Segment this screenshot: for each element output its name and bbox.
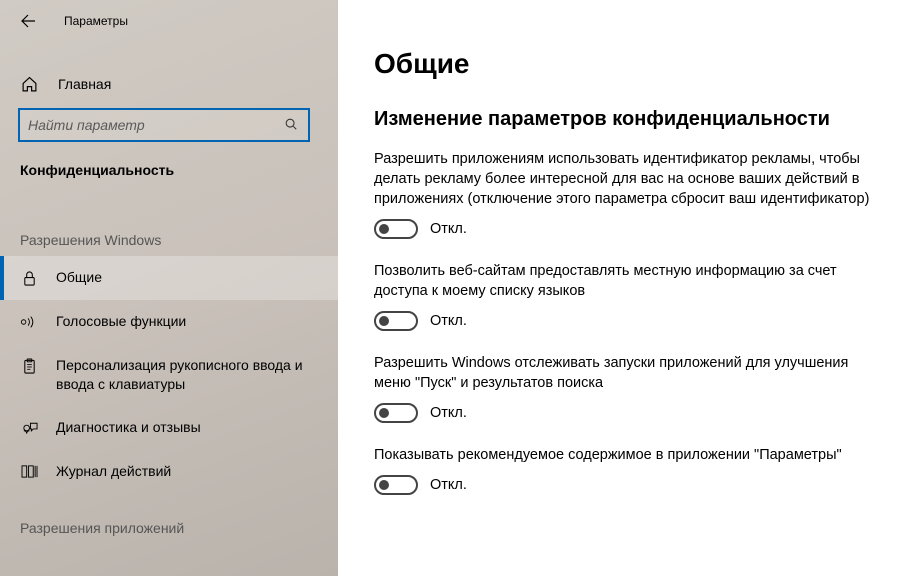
sidebar-item-diagnostics[interactable]: Диагностика и отзывы xyxy=(0,406,338,450)
toggle-state-label: Откл. xyxy=(430,221,467,237)
sidebar-item-inking[interactable]: Персонализация рукописного ввода и ввода… xyxy=(0,344,338,406)
sidebar-item-label: Общие xyxy=(56,268,328,287)
toggle-state-label: Откл. xyxy=(430,405,467,421)
setting-app-launch-tracking: Разрешить Windows отслеживать запуски пр… xyxy=(374,353,886,423)
back-arrow-icon xyxy=(20,13,36,29)
search-wrap xyxy=(18,108,310,142)
clipboard-icon xyxy=(20,357,38,375)
setting-language-list: Позволить веб-сайтам предоставлять местн… xyxy=(374,261,886,331)
search-input[interactable] xyxy=(28,117,284,133)
toggle-row: Откл. xyxy=(374,219,886,239)
topbar: Параметры xyxy=(0,0,338,42)
nav-home-label: Главная xyxy=(58,76,111,92)
toggle-knob xyxy=(379,480,389,490)
toggle-app-launch-tracking[interactable] xyxy=(374,403,418,423)
window-title: Параметры xyxy=(64,14,128,28)
search-icon xyxy=(284,117,300,133)
toggle-row: Откл. xyxy=(374,311,886,331)
settings-app: Параметры Главная xyxy=(0,0,914,576)
setting-advertising-id: Разрешить приложениям использовать идент… xyxy=(374,149,886,239)
group-permissions-windows: Разрешения Windows xyxy=(0,214,338,256)
toggle-knob xyxy=(379,316,389,326)
group-permissions-apps: Разрешения приложений xyxy=(0,494,338,544)
main-panel: Общие Изменение параметров конфиденциаль… xyxy=(338,0,914,576)
setting-desc: Разрешить Windows отслеживать запуски пр… xyxy=(374,353,884,393)
sidebar-items: Общие Голосовые функции xyxy=(0,256,338,494)
page-subtitle: Изменение параметров конфиденциальности xyxy=(374,108,886,131)
setting-desc: Разрешить приложениям использовать идент… xyxy=(374,149,884,209)
search-box[interactable] xyxy=(18,108,310,142)
sidebar-item-label: Диагностика и отзывы xyxy=(56,418,328,437)
toggle-state-label: Откл. xyxy=(430,477,467,493)
category-label: Конфиденциальность xyxy=(0,142,338,178)
lock-icon xyxy=(20,269,38,287)
sidebar-item-label: Персонализация рукописного ввода и ввода… xyxy=(56,356,328,394)
toggle-language-list[interactable] xyxy=(374,311,418,331)
setting-desc: Позволить веб-сайтам предоставлять местн… xyxy=(374,261,884,301)
nav: Главная Конфиденциальность Разрешения Wi… xyxy=(0,64,338,544)
sidebar-item-activity-history[interactable]: Журнал действий xyxy=(0,450,338,494)
page-title: Общие xyxy=(374,48,886,80)
setting-suggested-content: Показывать рекомендуемое содержимое в пр… xyxy=(374,445,886,495)
toggle-state-label: Откл. xyxy=(430,313,467,329)
speech-icon xyxy=(20,313,38,331)
sidebar-item-speech[interactable]: Голосовые функции xyxy=(0,300,338,344)
back-button[interactable] xyxy=(14,7,42,35)
activity-history-icon xyxy=(20,463,38,481)
setting-desc: Показывать рекомендуемое содержимое в пр… xyxy=(374,445,884,465)
sidebar-item-label: Журнал действий xyxy=(56,462,328,481)
sidebar-item-general[interactable]: Общие xyxy=(0,256,338,300)
sidebar: Параметры Главная xyxy=(0,0,338,576)
feedback-icon xyxy=(20,419,38,437)
toggle-row: Откл. xyxy=(374,475,886,495)
sidebar-item-label: Голосовые функции xyxy=(56,312,328,331)
home-icon xyxy=(20,75,38,93)
toggle-row: Откл. xyxy=(374,403,886,423)
toggle-knob xyxy=(379,224,389,234)
toggle-advertising-id[interactable] xyxy=(374,219,418,239)
toggle-suggested-content[interactable] xyxy=(374,475,418,495)
toggle-knob xyxy=(379,408,389,418)
nav-home[interactable]: Главная xyxy=(0,64,338,104)
